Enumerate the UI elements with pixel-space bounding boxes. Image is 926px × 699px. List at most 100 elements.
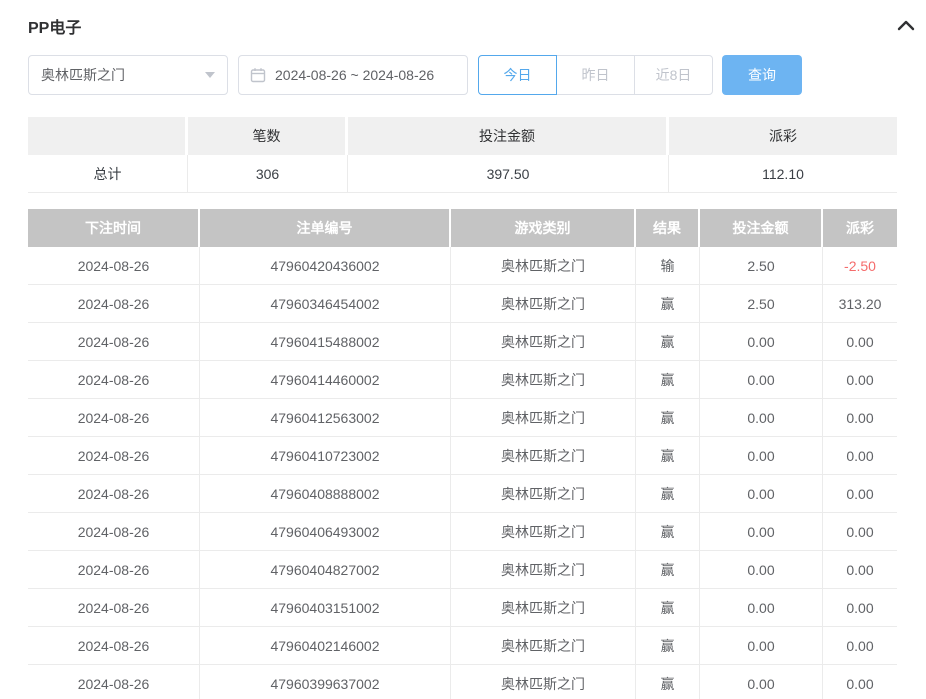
quick-filter-today[interactable]: 今日 — [478, 55, 557, 95]
cell-amount: 0.00 — [700, 665, 823, 699]
cell-id: 47960399637002 — [200, 665, 451, 699]
bet-records-table: 下注时间 注单编号 游戏类别 结果 投注金额 派彩 2024-08-264796… — [28, 209, 897, 699]
cell-time: 2024-08-26 — [28, 361, 200, 398]
chevron-up-icon — [896, 18, 916, 35]
cell-payout: 0.00 — [823, 551, 897, 588]
cell-id: 47960420436002 — [200, 247, 451, 284]
cell-game: 奥林匹斯之门 — [451, 665, 636, 699]
cell-game: 奥林匹斯之门 — [451, 285, 636, 322]
summary-header-payout: 派彩 — [669, 117, 897, 155]
cell-game: 奥林匹斯之门 — [451, 437, 636, 474]
cell-game: 奥林匹斯之门 — [451, 475, 636, 512]
calendar-icon — [250, 67, 266, 83]
pp-electronic-panel: PP电子 奥林匹斯之门 2024-08-26 ~ 2024-08-26 今日昨日… — [0, 0, 926, 699]
cell-id: 47960412563002 — [200, 399, 451, 436]
cell-amount: 0.00 — [700, 437, 823, 474]
game-select-value: 奥林匹斯之门 — [41, 65, 125, 85]
table-row: 2024-08-2647960408888002奥林匹斯之门赢0.000.00 — [28, 475, 897, 513]
header-bet-amount: 投注金额 — [700, 209, 823, 247]
cell-result: 赢 — [636, 437, 700, 474]
table-row: 2024-08-2647960404827002奥林匹斯之门赢0.000.00 — [28, 551, 897, 589]
summary-total-count: 306 — [188, 155, 348, 193]
table-row: 2024-08-2647960414460002奥林匹斯之门赢0.000.00 — [28, 361, 897, 399]
header-bet-id: 注单编号 — [200, 209, 451, 247]
cell-result: 赢 — [636, 361, 700, 398]
table-row: 2024-08-2647960399637002奥林匹斯之门赢0.000.00 — [28, 665, 897, 699]
summary-header-row: 笔数 投注金额 派彩 — [28, 117, 897, 155]
header-result: 结果 — [636, 209, 700, 247]
cell-payout: 0.00 — [823, 627, 897, 664]
cell-id: 47960410723002 — [200, 437, 451, 474]
cell-time: 2024-08-26 — [28, 399, 200, 436]
cell-amount: 0.00 — [700, 627, 823, 664]
filter-bar: 奥林匹斯之门 2024-08-26 ~ 2024-08-26 今日昨日近8日 查… — [28, 55, 926, 95]
quick-filter-last-8-days[interactable]: 近8日 — [634, 55, 713, 95]
cell-time: 2024-08-26 — [28, 513, 200, 550]
cell-amount: 2.50 — [700, 247, 823, 284]
game-select[interactable]: 奥林匹斯之门 — [28, 55, 228, 95]
summary-total-row: 总计 306 397.50 112.10 — [28, 155, 897, 193]
cell-result: 赢 — [636, 475, 700, 512]
cell-payout: 0.00 — [823, 513, 897, 550]
cell-payout: 313.20 — [823, 285, 897, 322]
cell-id: 47960346454002 — [200, 285, 451, 322]
date-range-input[interactable]: 2024-08-26 ~ 2024-08-26 — [238, 55, 468, 95]
cell-id: 47960402146002 — [200, 627, 451, 664]
caret-down-icon — [205, 72, 215, 78]
summary-header-count: 笔数 — [188, 117, 348, 155]
cell-amount: 0.00 — [700, 475, 823, 512]
header-payout: 派彩 — [823, 209, 897, 247]
summary-table: 笔数 投注金额 派彩 总计 306 397.50 112.10 — [28, 117, 897, 193]
header-game-category: 游戏类别 — [451, 209, 636, 247]
table-row: 2024-08-2647960403151002奥林匹斯之门赢0.000.00 — [28, 589, 897, 627]
cell-game: 奥林匹斯之门 — [451, 551, 636, 588]
cell-amount: 0.00 — [700, 551, 823, 588]
table-row: 2024-08-2647960412563002奥林匹斯之门赢0.000.00 — [28, 399, 897, 437]
table-row: 2024-08-2647960410723002奥林匹斯之门赢0.000.00 — [28, 437, 897, 475]
cell-result: 赢 — [636, 589, 700, 626]
cell-result: 赢 — [636, 665, 700, 699]
cell-result: 赢 — [636, 513, 700, 550]
cell-result: 赢 — [636, 323, 700, 360]
quick-filter-group: 今日昨日近8日 — [478, 55, 713, 95]
table-row: 2024-08-2647960346454002奥林匹斯之门赢2.50313.2… — [28, 285, 897, 323]
cell-payout: -2.50 — [823, 247, 897, 284]
cell-amount: 0.00 — [700, 323, 823, 360]
summary-total-bet-amount: 397.50 — [348, 155, 669, 193]
cell-amount: 0.00 — [700, 513, 823, 550]
cell-id: 47960406493002 — [200, 513, 451, 550]
cell-time: 2024-08-26 — [28, 475, 200, 512]
cell-payout: 0.00 — [823, 589, 897, 626]
summary-total-label: 总计 — [28, 155, 188, 193]
cell-payout: 0.00 — [823, 437, 897, 474]
cell-id: 47960414460002 — [200, 361, 451, 398]
table-row: 2024-08-2647960402146002奥林匹斯之门赢0.000.00 — [28, 627, 897, 665]
cell-time: 2024-08-26 — [28, 437, 200, 474]
cell-id: 47960415488002 — [200, 323, 451, 360]
cell-time: 2024-08-26 — [28, 323, 200, 360]
panel-header: PP电子 — [28, 14, 918, 38]
cell-game: 奥林匹斯之门 — [451, 247, 636, 284]
cell-game: 奥林匹斯之门 — [451, 589, 636, 626]
cell-payout: 0.00 — [823, 361, 897, 398]
quick-filter-yesterday[interactable]: 昨日 — [556, 55, 635, 95]
search-button[interactable]: 查询 — [722, 55, 802, 95]
header-bet-time: 下注时间 — [28, 209, 200, 247]
cell-payout: 0.00 — [823, 399, 897, 436]
cell-time: 2024-08-26 — [28, 589, 200, 626]
page-title: PP电子 — [28, 14, 81, 38]
cell-game: 奥林匹斯之门 — [451, 323, 636, 360]
cell-time: 2024-08-26 — [28, 285, 200, 322]
cell-result: 赢 — [636, 551, 700, 588]
bet-table-header: 下注时间 注单编号 游戏类别 结果 投注金额 派彩 — [28, 209, 897, 247]
summary-total-payout: 112.10 — [669, 155, 897, 193]
cell-time: 2024-08-26 — [28, 665, 200, 699]
cell-game: 奥林匹斯之门 — [451, 399, 636, 436]
bet-table-body: 2024-08-2647960420436002奥林匹斯之门输2.50-2.50… — [28, 247, 897, 699]
table-row: 2024-08-2647960406493002奥林匹斯之门赢0.000.00 — [28, 513, 897, 551]
cell-time: 2024-08-26 — [28, 627, 200, 664]
cell-result: 赢 — [636, 285, 700, 322]
cell-result: 赢 — [636, 399, 700, 436]
collapse-panel-button[interactable] — [894, 16, 918, 37]
cell-result: 赢 — [636, 627, 700, 664]
